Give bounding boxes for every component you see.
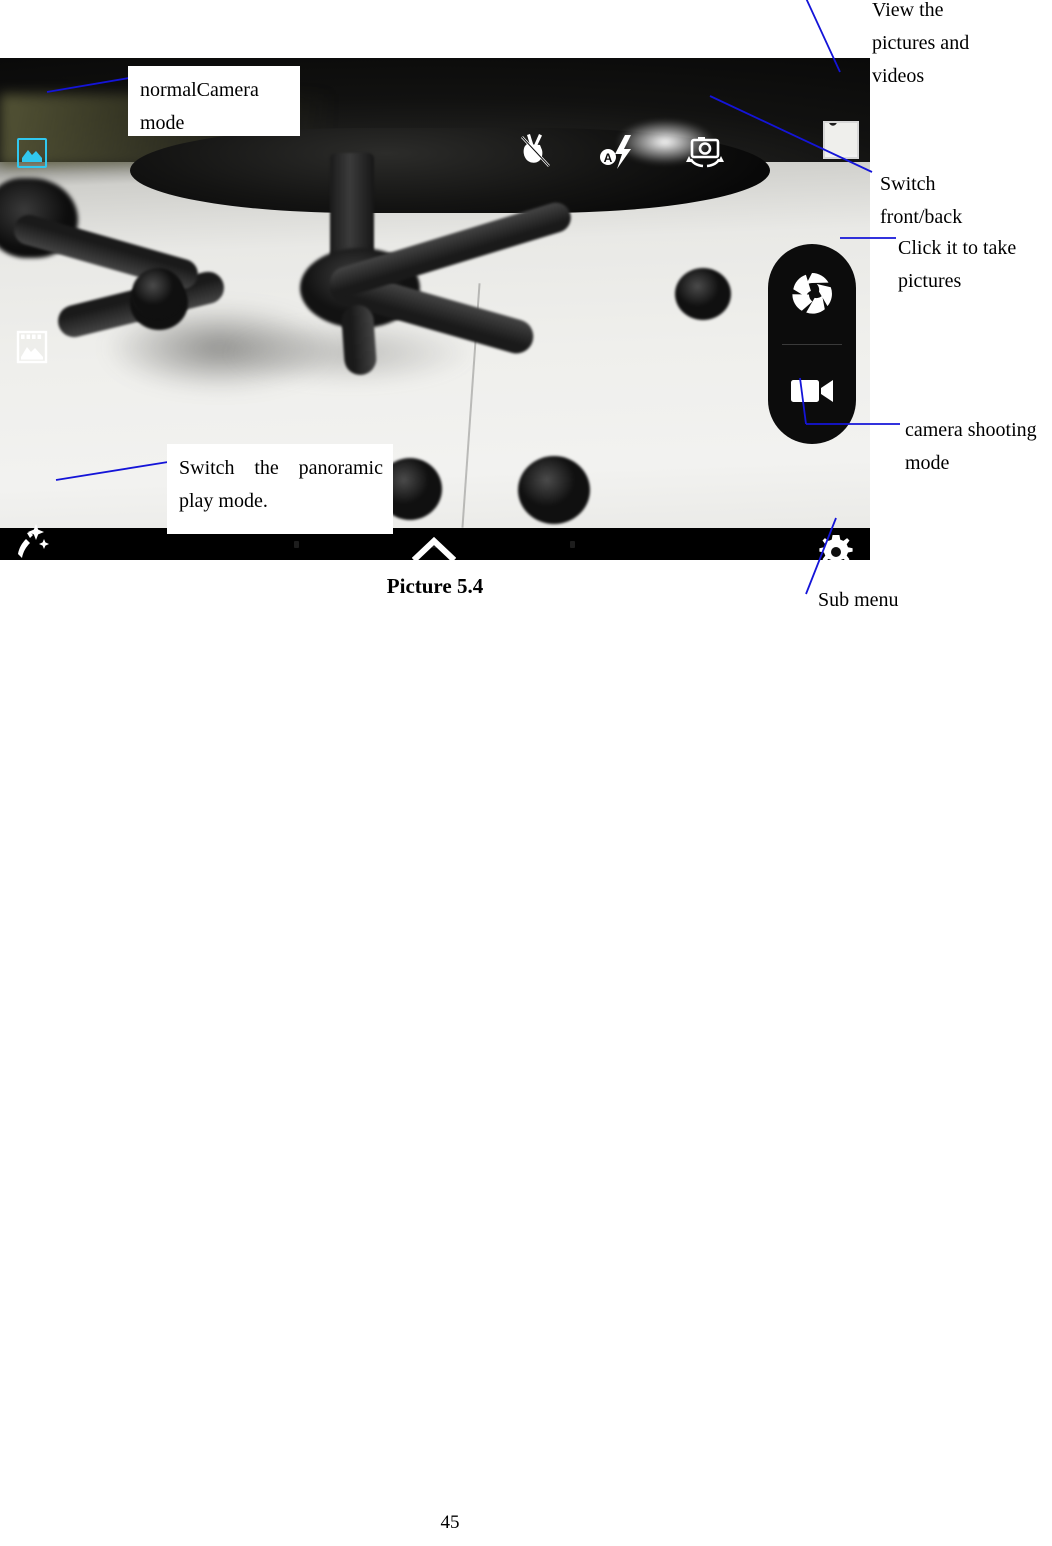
note-click-to-take-pictures: Click it to take pictures: [898, 232, 1046, 298]
note-switch-front-back: Switch front/back: [880, 168, 1030, 234]
leader-camera-shooting: [799, 377, 807, 425]
note-line: mode: [905, 452, 950, 474]
note-line: Click it to take: [898, 237, 1017, 259]
leader-switch-front-back: [709, 95, 873, 173]
callout-normal-camera-mode: normalCamera mode: [128, 66, 300, 136]
leader-normal-camera: [46, 77, 130, 93]
note-line: pictures and: [872, 32, 970, 54]
note-line: camera shooting: [905, 419, 1037, 441]
note-sub-menu: Sub menu: [818, 589, 899, 611]
leader-panoramic: [55, 461, 169, 481]
page-number: 45: [440, 1512, 460, 1533]
leader-view-pictures: [805, 0, 841, 73]
note-line: Switch: [880, 173, 936, 195]
note-camera-shooting-mode: camera shooting mode: [905, 414, 1052, 480]
callout-panoramic-play-mode: Switch the panoramic play mode.: [167, 444, 393, 534]
note-line: View the: [872, 0, 944, 21]
note-view-pictures: View the pictures and videos: [872, 0, 1032, 93]
note-line: pictures: [898, 270, 962, 292]
note-line: videos: [872, 65, 925, 87]
note-line: front/back: [880, 206, 963, 228]
leader-sub-menu: [805, 517, 837, 595]
